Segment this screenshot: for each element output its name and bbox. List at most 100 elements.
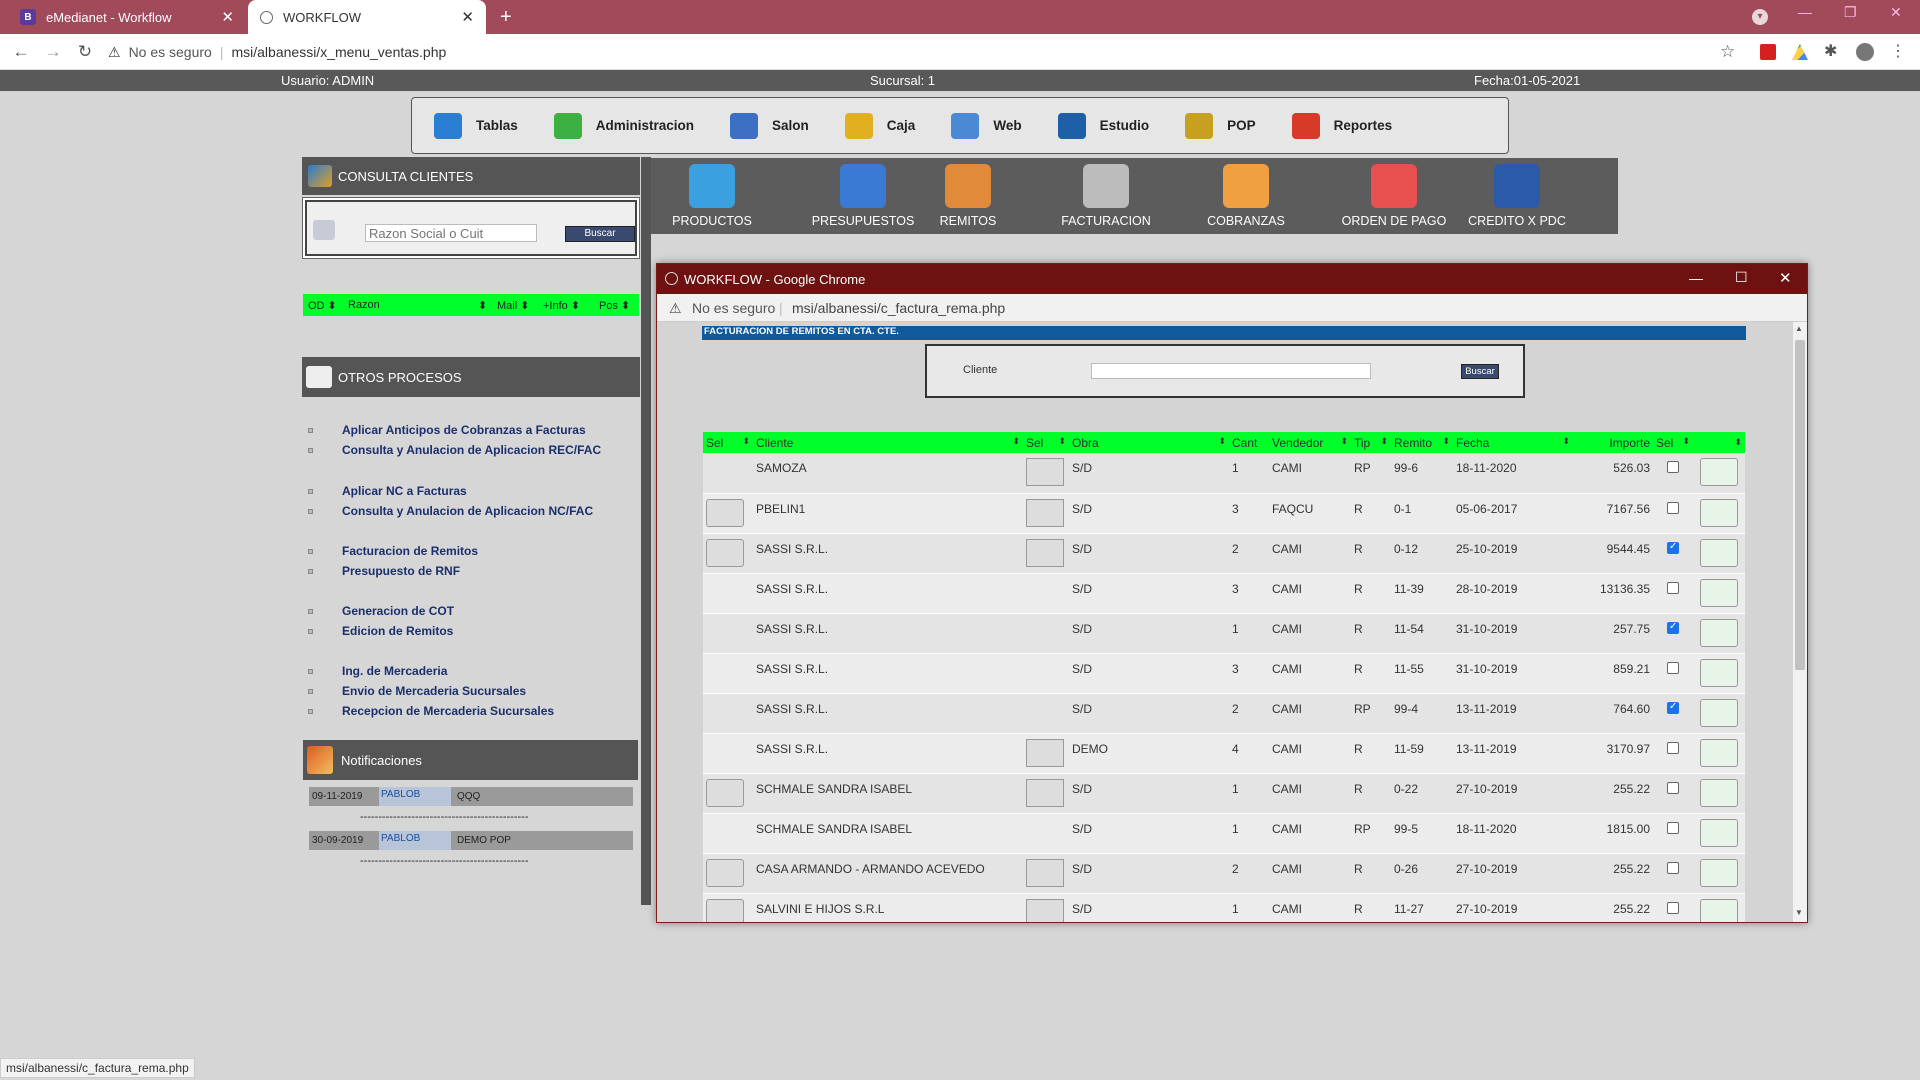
table-row[interactable]: CASA ARMANDO - ARMANDO ACEVEDO S/D 2 CAMI R 0… — [703, 853, 1745, 894]
pdf-extension-icon[interactable] — [1760, 44, 1776, 60]
razon-social-input[interactable] — [365, 224, 537, 242]
toolbar-credito-x-pdc[interactable]: CREDITO X PDC — [1461, 158, 1573, 234]
select-obra-button[interactable] — [1026, 778, 1064, 807]
proceso-link[interactable]: Aplicar Anticipos de Cobranzas a Factura… — [342, 423, 586, 437]
select-obra-button[interactable] — [1026, 858, 1064, 887]
col-header[interactable]: Importe — [1573, 432, 1653, 453]
cliente-input[interactable] — [1091, 363, 1371, 379]
panel-divider[interactable] — [641, 157, 651, 905]
proceso-link[interactable]: Edicion de Remitos — [342, 624, 453, 638]
invoice-action-button[interactable] — [1700, 658, 1738, 687]
select-checkbox[interactable] — [1667, 741, 1679, 754]
select-checkbox[interactable] — [1667, 621, 1679, 634]
table-row[interactable]: SALVINI E HIJOS S.R.L S/D 1 CAMI R 11-27 27-10… — [703, 893, 1745, 922]
menu-tablas[interactable]: Tablas — [434, 112, 518, 139]
star-icon[interactable]: ☆ — [1720, 42, 1735, 62]
sort-icon[interactable]: ⬍ — [1058, 436, 1066, 447]
forward-icon[interactable]: → — [41, 40, 65, 64]
new-tab-icon[interactable]: + — [500, 6, 512, 29]
select-obra-button[interactable] — [1026, 898, 1064, 922]
sort-icon[interactable]: ⬍ — [1012, 436, 1020, 447]
toolbar-facturacion[interactable]: FACTURACION — [1050, 158, 1162, 234]
col-header[interactable]: Sel ⬍ — [703, 432, 753, 453]
menu-web[interactable]: Web — [951, 112, 1022, 139]
table-row[interactable]: SCHMALE SANDRA ISABEL S/D 1 CAMI R 0-22 27-10-… — [703, 773, 1745, 814]
more-menu-icon[interactable]: ⋮ — [1890, 41, 1906, 61]
table-row[interactable]: SASSI S.R.L. DEMO 4 CAMI R 11-59 13-11-2019 317… — [703, 733, 1745, 774]
sort-icon[interactable]: ⬍ — [1562, 436, 1570, 447]
maximize-icon[interactable]: ☐ — [1735, 269, 1748, 286]
minimize-icon[interactable]: — — [1798, 4, 1812, 20]
select-checkbox[interactable] — [1667, 861, 1679, 874]
proceso-link[interactable]: Recepcion de Mercaderia Sucursales — [342, 704, 554, 718]
select-checkbox[interactable] — [1667, 821, 1679, 834]
maximize-icon[interactable]: ❐ — [1844, 4, 1857, 21]
select-obra-button[interactable] — [1026, 738, 1064, 767]
back-icon[interactable]: ← — [9, 40, 33, 64]
col-header[interactable]: Vendedor ⬍ — [1269, 432, 1351, 453]
col-header[interactable]: Cliente ⬍ — [753, 432, 1023, 453]
proceso-link[interactable]: Consulta y Anulacion de Aplicacion NC/FA… — [342, 504, 593, 518]
select-checkbox[interactable] — [1667, 501, 1679, 514]
col-header[interactable]: Cant — [1229, 432, 1269, 453]
close-window-icon[interactable]: ✕ — [1890, 4, 1902, 21]
proceso-link[interactable]: Presupuesto de RNF — [342, 564, 460, 578]
select-checkbox[interactable] — [1667, 541, 1679, 554]
toolbar-remitos[interactable]: REMITOS — [912, 158, 1024, 234]
profile-avatar[interactable] — [1856, 43, 1874, 61]
col-header[interactable]: Remito ⬍ — [1391, 432, 1453, 453]
invoice-action-button[interactable] — [1700, 738, 1738, 767]
notification-user[interactable]: PABLOB — [379, 787, 451, 806]
col-header[interactable]: Tip ⬍ — [1351, 432, 1391, 453]
menu-estudio[interactable]: Estudio — [1057, 112, 1149, 139]
table-row[interactable]: SASSI S.R.L. S/D 2 CAMI R 0-12 25-10-2019 9544.… — [703, 533, 1745, 574]
table-row[interactable]: PBELIN1 S/D 3 FAQCU R 0-1 05-06-2017 7167.56 — [703, 493, 1745, 534]
table-row[interactable]: SASSI S.R.L. S/D 3 CAMI R 11-55 31-10-2019 859.… — [703, 653, 1745, 694]
invoice-action-button[interactable] — [1700, 458, 1738, 486]
sort-icon[interactable]: ⬍ — [1682, 436, 1690, 447]
extensions-icon[interactable]: ✱ — [1824, 41, 1837, 61]
invoice-action-button[interactable] — [1700, 538, 1738, 567]
drive-icon[interactable] — [1792, 44, 1808, 60]
select-checkbox[interactable] — [1667, 581, 1679, 594]
invoice-action-button[interactable] — [1700, 698, 1738, 727]
close-icon[interactable]: ✕ — [1779, 269, 1792, 287]
buscar-button[interactable]: Buscar — [1461, 364, 1499, 379]
minimize-icon[interactable]: — — [1689, 270, 1703, 286]
col-header[interactable]: Sel ⬍ — [1023, 432, 1069, 453]
menu-salon[interactable]: Salon — [730, 112, 809, 139]
menu-pop[interactable]: POP — [1185, 112, 1256, 139]
menu-reportes[interactable]: Reportes — [1291, 112, 1392, 139]
proceso-link[interactable]: Consulta y Anulacion de Aplicacion REC/F… — [342, 443, 601, 457]
sort-icon[interactable]: ⬍ — [1442, 436, 1450, 447]
toolbar-orden-de-pago[interactable]: ORDEN DE PAGO — [1324, 158, 1464, 234]
table-row[interactable]: SASSI S.R.L. S/D 3 CAMI R 11-39 28-10-2019 1313… — [703, 573, 1745, 614]
invoice-action-button[interactable] — [1700, 858, 1738, 887]
tab-workflow[interactable]: WORKFLOW ✕ — [248, 0, 486, 34]
close-tab-icon[interactable]: ✕ — [221, 8, 234, 26]
sort-icon[interactable]: ⬍ — [742, 436, 750, 447]
col-header[interactable]: Fecha ⬍ — [1453, 432, 1573, 453]
col-header[interactable]: Obra ⬍ — [1069, 432, 1229, 453]
select-client-button[interactable] — [706, 858, 744, 887]
select-obra-button[interactable] — [1026, 498, 1064, 527]
table-row[interactable]: SASSI S.R.L. S/D 1 CAMI R 11-54 31-10-2019 257.… — [703, 613, 1745, 654]
reload-icon[interactable]: ↻ — [73, 40, 97, 64]
tab-emedianet[interactable]: B eMedianet - Workflow ✕ — [8, 0, 246, 34]
invoice-action-button[interactable] — [1700, 898, 1738, 922]
select-client-button[interactable] — [706, 898, 744, 922]
select-checkbox[interactable] — [1667, 461, 1679, 473]
select-obra-button[interactable] — [1026, 538, 1064, 567]
sort-icon[interactable]: ⬍ — [478, 299, 487, 312]
scroll-up-icon[interactable]: ▲ — [1795, 324, 1803, 333]
invoice-action-button[interactable] — [1700, 618, 1738, 647]
close-tab-icon[interactable]: ✕ — [461, 8, 474, 26]
scroll-thumb[interactable] — [1795, 340, 1805, 670]
proceso-link[interactable]: Ing. de Mercaderia — [342, 664, 447, 678]
col-info[interactable]: +Info ⬍ — [543, 299, 580, 312]
select-checkbox[interactable] — [1667, 901, 1679, 914]
proceso-link[interactable]: Envio de Mercaderia Sucursales — [342, 684, 526, 698]
notification-user[interactable]: PABLOB — [379, 831, 451, 850]
url-field[interactable]: ⚠ No es seguro | msi/albanessi/x_menu_ve… — [108, 39, 1718, 65]
select-client-button[interactable] — [706, 778, 744, 807]
